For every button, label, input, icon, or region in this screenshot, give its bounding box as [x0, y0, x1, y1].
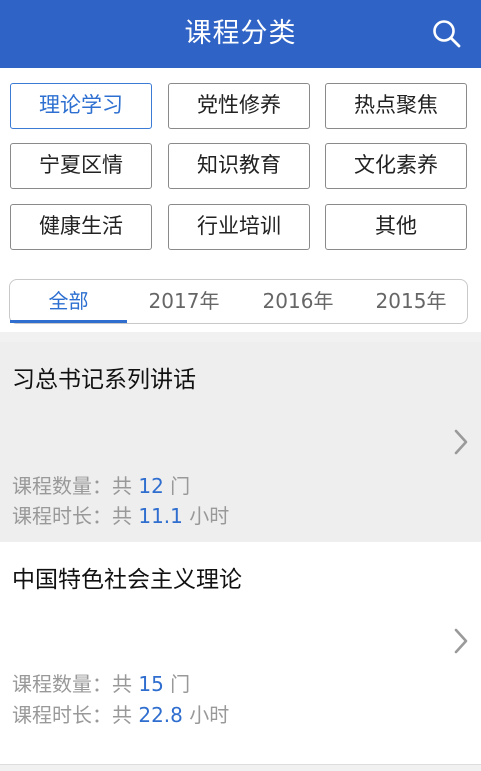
course-list-item[interactable]: 习总书记系列讲话 课程数量：共 12 门 课程时长：共 11.1 小时: [0, 342, 481, 542]
course-duration-value: 22.8: [138, 703, 183, 727]
course-duration-label: 课程时长：: [12, 703, 112, 727]
tab-2015[interactable]: 2015年: [355, 280, 467, 322]
course-title: 习总书记系列讲话: [12, 367, 196, 393]
page-title: 课程分类: [184, 18, 297, 49]
course-duration: 课程时长：共 11.1 小时: [12, 500, 229, 529]
bottom-divider: [0, 765, 481, 771]
course-duration-unit: 小时: [189, 703, 230, 727]
course-duration: 课程时长：共 22.8 小时: [12, 699, 229, 728]
app-header: 课程分类: [0, 0, 481, 68]
course-count-prefix: 共: [112, 672, 132, 696]
course-count-value: 15: [138, 672, 164, 696]
course-duration-prefix: 共: [112, 504, 132, 528]
chevron-right-icon: [454, 429, 468, 455]
course-count-unit: 门: [170, 474, 191, 498]
category-knowledge-education[interactable]: 知识教育: [168, 143, 310, 189]
course-duration-unit: 小时: [189, 504, 230, 528]
course-duration-label: 课程时长：: [12, 504, 112, 528]
course-count-label: 课程数量：: [12, 672, 112, 696]
tab-2016[interactable]: 2016年: [241, 280, 355, 322]
category-hot-topics[interactable]: 热点聚焦: [325, 83, 467, 129]
search-button[interactable]: [427, 14, 467, 54]
course-duration-value: 11.1: [138, 504, 183, 528]
category-cultural-literacy[interactable]: 文化素养: [325, 143, 467, 189]
tab-all[interactable]: 全部: [10, 280, 127, 322]
category-theory-study[interactable]: 理论学习: [10, 83, 152, 129]
course-count-value: 12: [138, 474, 164, 498]
chevron-right-icon: [454, 628, 468, 654]
course-title: 中国特色社会主义理论: [12, 567, 242, 593]
category-healthy-living[interactable]: 健康生活: [10, 204, 152, 250]
course-count-label: 课程数量：: [12, 474, 112, 498]
course-count: 课程数量：共 15 门: [12, 668, 190, 697]
year-filter-tabs: 全部 2017年 2016年 2015年: [9, 279, 468, 324]
course-count: 课程数量：共 12 门: [12, 470, 190, 499]
category-party-cultivation[interactable]: 党性修养: [168, 83, 310, 129]
category-other[interactable]: 其他: [325, 204, 467, 250]
active-tab-indicator: [10, 320, 127, 323]
category-grid: 理论学习 党性修养 热点聚焦 宁夏区情 知识教育 文化素养 健康生活 行业培训 …: [0, 68, 481, 268]
category-industry-training[interactable]: 行业培训: [168, 204, 310, 250]
tab-2017[interactable]: 2017年: [127, 280, 241, 322]
section-divider: [0, 332, 481, 342]
course-count-prefix: 共: [112, 474, 132, 498]
search-icon: [433, 20, 461, 48]
course-list-item[interactable]: 中国特色社会主义理论 课程数量：共 15 门 课程时长：共 22.8 小时: [0, 542, 481, 765]
category-ningxia-info[interactable]: 宁夏区情: [10, 143, 152, 189]
course-count-unit: 门: [170, 672, 191, 696]
course-duration-prefix: 共: [112, 703, 132, 727]
